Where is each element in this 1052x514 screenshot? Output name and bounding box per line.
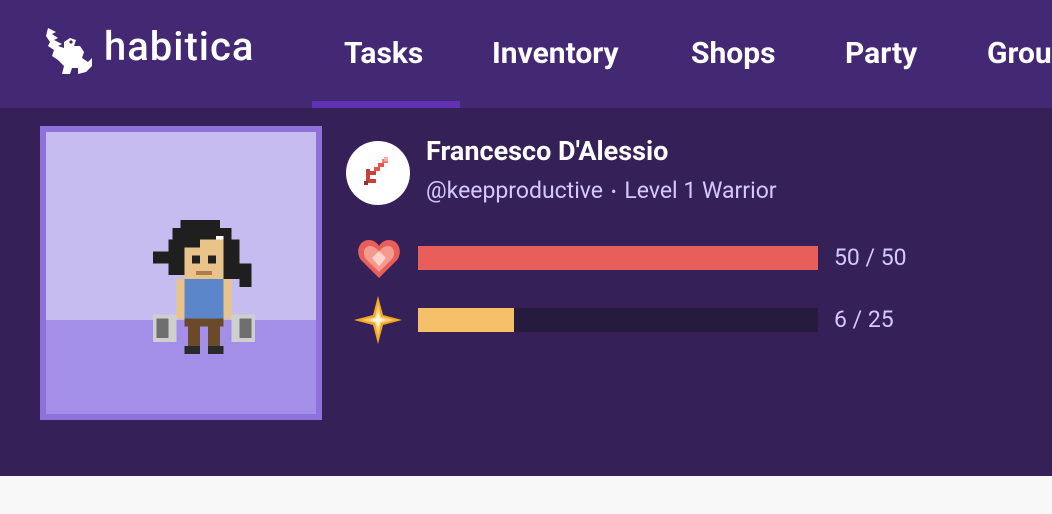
page-body-background bbox=[0, 476, 1052, 514]
star-icon bbox=[354, 296, 402, 344]
top-navigation-bar: habitica Tasks Inventory Shops Party Gro… bbox=[0, 0, 1052, 108]
experience-bar-fill bbox=[418, 308, 514, 332]
nav-tab-party[interactable]: Party bbox=[845, 34, 917, 74]
health-bar bbox=[418, 246, 818, 270]
user-meta-line: @keepproductive • Level 1 Warrior bbox=[426, 176, 777, 207]
gryphon-logo-icon bbox=[46, 28, 92, 74]
avatar[interactable] bbox=[40, 126, 322, 420]
experience-bar bbox=[418, 308, 818, 332]
brand-name: habitica bbox=[104, 23, 255, 70]
nav-tab-groups[interactable]: Grou bbox=[987, 34, 1052, 74]
health-value: 50 / 50 bbox=[834, 244, 907, 271]
health-bar-fill bbox=[418, 246, 818, 270]
active-tab-indicator bbox=[312, 101, 460, 108]
sword-icon bbox=[364, 157, 388, 185]
nav-tab-tasks[interactable]: Tasks bbox=[344, 34, 423, 74]
user-display-name: Francesco D'Alessio bbox=[426, 135, 669, 167]
brand-logo[interactable]: habitica bbox=[42, 22, 254, 78]
class-badge bbox=[346, 141, 410, 205]
meta-separator: • bbox=[611, 181, 617, 201]
nav-tab-inventory[interactable]: Inventory bbox=[492, 34, 619, 74]
username: @keepproductive bbox=[426, 177, 603, 204]
avatar-sprite bbox=[152, 220, 256, 354]
heart-icon bbox=[358, 240, 400, 278]
level-class: Level 1 Warrior bbox=[624, 177, 777, 204]
experience-value: 6 / 25 bbox=[834, 306, 894, 333]
nav-tab-shops[interactable]: Shops bbox=[691, 34, 776, 74]
